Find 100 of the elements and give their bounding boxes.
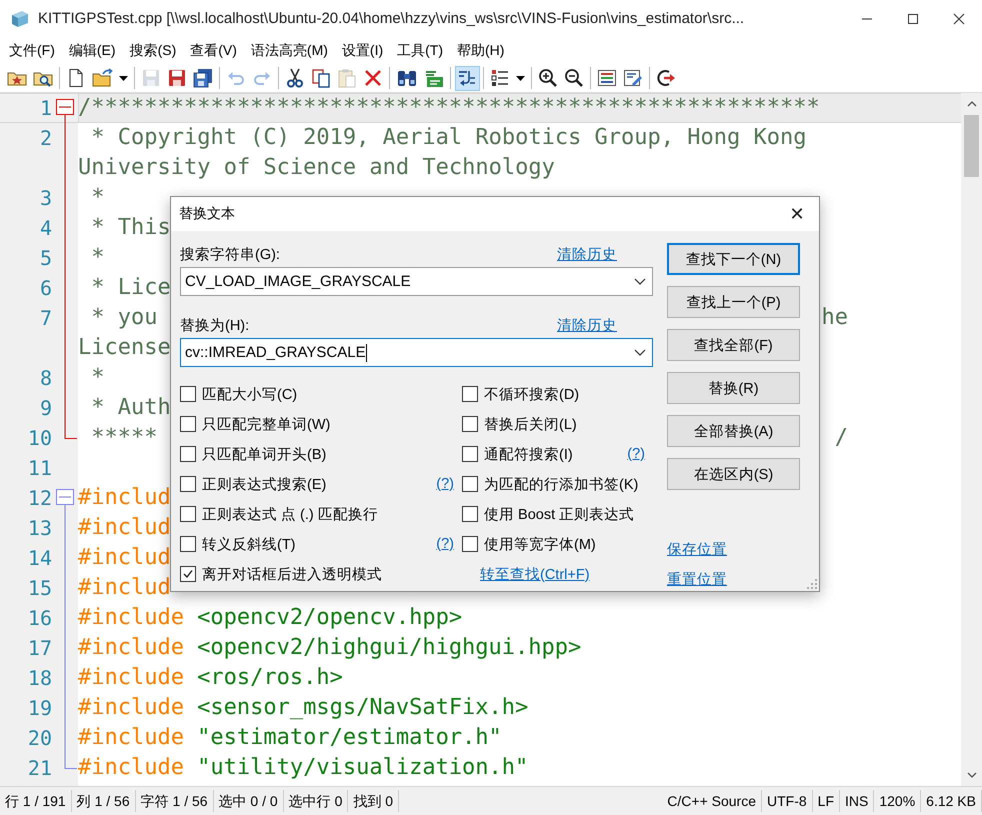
goto-find-link[interactable]: 转至查找(Ctrl+F) xyxy=(480,564,590,584)
option-label[interactable]: 为匹配的行添加书签(K) xyxy=(484,474,638,494)
line-number: 4 xyxy=(38,215,53,242)
status-field: LF xyxy=(812,790,840,812)
preprocessor-directive: #include xyxy=(78,725,184,750)
zoom-out-icon xyxy=(564,68,584,88)
dialog-button[interactable]: 全部替换(A) xyxy=(667,415,800,447)
line-number: 9 xyxy=(38,395,53,422)
menu-item[interactable]: 文件(F) xyxy=(2,42,62,60)
status-field: 6.12 KB xyxy=(921,790,982,812)
code-line: * xyxy=(90,364,104,392)
position-link[interactable]: 重置位置 xyxy=(667,570,727,589)
help-link[interactable]: (?) xyxy=(436,476,454,492)
copy-icon xyxy=(311,68,331,88)
scrollbar-thumb[interactable] xyxy=(964,115,979,177)
combo-field[interactable]: cv::IMREAD_GRAYSCALE xyxy=(180,338,653,367)
checkmark-icon xyxy=(182,568,194,580)
field-label: 替换为(H): xyxy=(180,317,250,335)
resize-grip-icon[interactable] xyxy=(807,579,817,589)
line-number: 13 xyxy=(26,515,53,542)
cross-icon xyxy=(363,68,383,88)
close-button[interactable]: ✕ xyxy=(775,195,819,233)
option-label[interactable]: 离开对话框后进入透明模式 xyxy=(202,564,382,584)
checkbox[interactable] xyxy=(180,506,196,522)
option-label[interactable]: 替换后关闭(L) xyxy=(484,414,577,434)
fold-marker-icon[interactable] xyxy=(56,99,74,123)
position-link[interactable]: 保存位置 xyxy=(667,540,727,559)
binoculars-icon xyxy=(396,68,418,88)
caret-icon xyxy=(516,76,525,80)
edit-page-icon xyxy=(623,68,643,88)
dialog-button[interactable]: 替换(R) xyxy=(667,372,800,404)
option-label[interactable]: 使用等宽字体(M) xyxy=(484,534,596,554)
maximize-icon xyxy=(907,12,919,24)
status-field: C/C++ Source xyxy=(662,790,762,812)
code-line: ***** xyxy=(90,424,158,452)
menu-item[interactable]: 帮助(H) xyxy=(450,42,512,60)
dialog-button[interactable]: 查找上一个(P) xyxy=(667,286,800,318)
scroll-up-icon[interactable] xyxy=(966,101,976,107)
option-label[interactable]: 只匹配单词开头(B) xyxy=(202,444,326,464)
combo-field[interactable]: CV_LOAD_IMAGE_GRAYSCALE xyxy=(180,267,653,296)
checkbox[interactable] xyxy=(180,416,196,432)
checkbox[interactable] xyxy=(180,446,196,462)
option-label[interactable]: 正则表达式搜索(E) xyxy=(202,474,326,494)
dialog-button[interactable]: 查找全部(F) xyxy=(667,329,800,361)
status-field: 找到 0 xyxy=(348,790,400,812)
checkbox[interactable] xyxy=(462,476,478,492)
line-number: 19 xyxy=(26,695,53,722)
option-label[interactable]: 使用 Boost 正则表达式 xyxy=(484,504,634,524)
checkbox[interactable] xyxy=(180,536,196,552)
code-line: /******************************************************* xyxy=(78,94,820,122)
preprocessor-directive: #include xyxy=(78,665,184,690)
checkbox[interactable] xyxy=(180,566,196,582)
checkbox[interactable] xyxy=(462,386,478,402)
option-label[interactable]: 不循环搜索(D) xyxy=(484,384,580,404)
menu-item[interactable]: 设置(I) xyxy=(334,42,390,60)
toolbar-button[interactable] xyxy=(454,66,480,90)
help-link[interactable]: (?) xyxy=(436,536,454,552)
line-number: 14 xyxy=(26,545,53,572)
folder-arrow-icon xyxy=(92,68,114,88)
floppy-disks-icon xyxy=(193,68,213,88)
clear-history-link[interactable]: 清除历史 xyxy=(557,245,617,264)
scroll-down-icon[interactable] xyxy=(966,772,976,778)
checkbox[interactable] xyxy=(462,446,478,462)
code-line: License xyxy=(78,334,171,362)
code-line: * This xyxy=(90,214,171,242)
code-line: * Auth xyxy=(90,394,171,422)
line-number: 17 xyxy=(26,635,53,662)
line-number: 2 xyxy=(38,125,53,152)
option-label[interactable]: 正则表达式 点 (.) 匹配换行 xyxy=(202,504,378,524)
preprocessor-directive: #includ xyxy=(78,485,171,510)
option-label[interactable]: 只匹配完整单词(W) xyxy=(202,414,330,434)
clear-history-link[interactable]: 清除历史 xyxy=(557,316,617,335)
menu-item[interactable]: 语法高亮(M) xyxy=(244,42,335,60)
checkbox[interactable] xyxy=(180,476,196,492)
help-link[interactable]: (?) xyxy=(627,446,645,462)
checkbox[interactable] xyxy=(462,416,478,432)
scrollbar-track[interactable] xyxy=(961,93,982,786)
line-number: 15 xyxy=(26,575,53,602)
checkbox[interactable] xyxy=(180,386,196,402)
checkbox[interactable] xyxy=(462,506,478,522)
dialog-button[interactable]: 查找下一个(N) xyxy=(667,243,800,275)
menu-item[interactable]: 工具(T) xyxy=(390,42,450,60)
word-wrap-icon xyxy=(457,68,477,88)
line-number: 10 xyxy=(26,425,53,452)
include-path: <opencv2/highgui/highgui.hpp> xyxy=(196,635,582,660)
fold-marker-icon[interactable] xyxy=(56,489,74,513)
menu-item[interactable]: 查看(V) xyxy=(183,42,244,60)
option-label[interactable]: 通配符搜索(I) xyxy=(484,444,573,464)
caret-icon[interactable] xyxy=(634,278,646,285)
menu-item[interactable]: 编辑(E) xyxy=(62,42,123,60)
caret-icon[interactable] xyxy=(634,349,646,356)
line-number: 1 xyxy=(38,95,53,122)
option-label[interactable]: 匹配大小写(C) xyxy=(202,384,298,404)
app-icon xyxy=(10,8,30,28)
status-field: 列 1 / 56 xyxy=(72,790,136,812)
code-line: * Copyright (C) 2019, Aerial Robotics Group, Hong Kong xyxy=(90,124,806,152)
checkbox[interactable] xyxy=(462,536,478,552)
option-label[interactable]: 转义反斜线(T) xyxy=(202,534,296,554)
dialog-button[interactable]: 在选区内(S) xyxy=(667,458,800,490)
menu-item[interactable]: 搜索(S) xyxy=(122,42,184,60)
